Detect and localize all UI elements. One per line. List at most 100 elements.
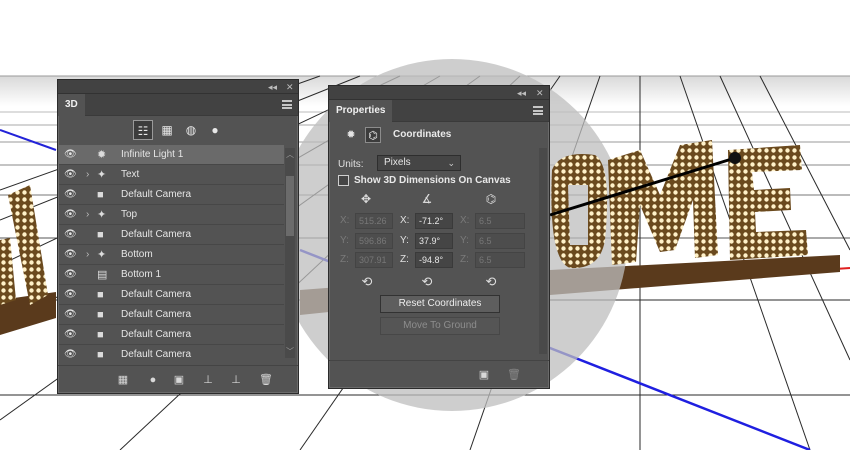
visibility-eye-icon[interactable]: 👁 [64, 185, 78, 205]
rot-y-label: Y: [400, 235, 409, 246]
camera-icon: ■ [97, 189, 104, 201]
layer-label: Text [121, 169, 140, 180]
scale-x-field[interactable]: 6.5 [475, 213, 525, 229]
layer-row[interactable]: 👁 ■ Default Camera [59, 185, 284, 205]
layer-label: Default Camera [121, 309, 192, 320]
layer-label: Infinite Light 1 [121, 149, 184, 160]
reset-rotation-icon[interactable]: ⟲ [419, 274, 435, 290]
visibility-eye-icon[interactable]: 👁 [64, 145, 78, 165]
mesh-icon[interactable]: ▦ [115, 372, 131, 388]
layer-row[interactable]: 👁 › ✦ Text [59, 165, 284, 185]
show-dimensions-checkbox[interactable] [338, 175, 349, 186]
visibility-eye-icon[interactable]: 👁 [64, 325, 78, 345]
panel-properties-titlebar: ◂◂ ✕ [329, 86, 549, 100]
collapse-panels-icon[interactable]: ◂◂ [268, 81, 277, 93]
object-icon: ▤ [97, 269, 108, 281]
layer-row[interactable]: 👁 ▤ Bottom 1 [59, 265, 284, 285]
panel-menu-icon[interactable] [533, 106, 543, 115]
expand-arrow-icon[interactable]: › [86, 245, 89, 265]
units-label: Units: [338, 159, 364, 170]
render-icon[interactable]: ▣ [171, 372, 187, 388]
properties-scrollbar[interactable] [539, 148, 547, 354]
light-icon: ✹ [97, 149, 107, 161]
position-y-field[interactable]: 596.86 [355, 233, 393, 249]
reset-scale-icon[interactable]: ⟲ [483, 274, 499, 290]
visibility-eye-icon[interactable]: 👁 [64, 345, 78, 360]
position-z-field[interactable]: 307.91 [355, 252, 393, 268]
close-panel-icon[interactable]: ✕ [536, 87, 544, 99]
3d-panel: ◂◂ ✕ 3D ☷ ▦ ◍ ● 👁 ✹ Infinite Light 1 👁 › ✦ Tex… [57, 79, 299, 394]
camera-icon: ■ [97, 349, 104, 360]
layer-row[interactable]: 👁 › ✦ Bottom [59, 245, 284, 265]
render-icon[interactable]: ▣ [476, 367, 492, 383]
layer-label: Default Camera [121, 189, 192, 200]
move-to-ground-button[interactable]: Move To Ground [380, 317, 500, 335]
layer-row[interactable]: 👁 › ✦ Top [59, 205, 284, 225]
layer-row[interactable]: 👁 ■ Default Camera [59, 305, 284, 325]
visibility-eye-icon[interactable]: 👁 [64, 285, 78, 305]
rotation-x-field[interactable]: -71.2° [415, 213, 453, 229]
expand-arrow-icon[interactable]: › [86, 165, 89, 185]
letter-m [608, 140, 718, 265]
layer-label: Top [121, 209, 138, 220]
move-icon: ✥ [360, 192, 372, 206]
light-handle[interactable] [729, 152, 741, 164]
visibility-eye-icon[interactable]: 👁 [64, 245, 78, 265]
coordinates-icon[interactable]: ⌬ [365, 127, 381, 143]
camera-icon: ■ [97, 329, 104, 341]
mesh-icon: ✦ [97, 249, 107, 261]
pos-z-label: Z: [340, 254, 349, 265]
visibility-eye-icon[interactable]: 👁 [64, 265, 78, 285]
layer-label: Default Camera [121, 289, 192, 300]
visibility-eye-icon[interactable]: 👁 [64, 305, 78, 325]
drop-icon[interactable]: ⊥ [228, 372, 244, 388]
layer-row[interactable]: 👁 ■ Default Camera [59, 345, 284, 360]
rotation-y-field[interactable]: 37.9° [415, 233, 453, 249]
rotation-z-field[interactable]: -94.8° [415, 252, 453, 268]
scale-y-label: Y: [460, 235, 469, 246]
units-dropdown[interactable]: Pixels ⌄ [377, 155, 461, 171]
visibility-eye-icon[interactable]: 👁 [64, 165, 78, 185]
close-panel-icon[interactable]: ✕ [286, 81, 294, 93]
pos-y-label: Y: [340, 235, 349, 246]
layer-list-scrollbar[interactable]: ︿ ﹀ [285, 148, 295, 358]
scroll-up-icon[interactable]: ︿ [285, 149, 295, 160]
layer-row[interactable]: 👁 ■ Default Camera [59, 325, 284, 345]
scale-z-label: Z: [460, 254, 469, 265]
mesh-filter-icon[interactable]: ▦ [157, 120, 177, 140]
scrollbar-thumb[interactable] [286, 176, 294, 236]
add-light-icon[interactable]: ● [145, 372, 161, 388]
layer-row[interactable]: 👁 ■ Default Camera [59, 285, 284, 305]
scale-icon: ⌬ [485, 192, 497, 206]
layer-row[interactable]: 👁 ■ Default Camera [59, 225, 284, 245]
3d-filter-toolbar: ☷ ▦ ◍ ● [58, 117, 298, 145]
trash-icon[interactable]: 🗑 [258, 372, 274, 388]
position-x-field[interactable]: 515.26 [355, 213, 393, 229]
section-title: Coordinates [393, 129, 452, 140]
collapse-panels-icon[interactable]: ◂◂ [517, 87, 526, 99]
scene-filter-icon[interactable]: ☷ [133, 120, 153, 140]
visibility-eye-icon[interactable]: 👁 [64, 225, 78, 245]
units-value: Pixels [384, 157, 411, 168]
panel-3d-footer: ▦ ● ▣ ⊥ ⊥ 🗑 [58, 365, 298, 393]
properties-header: ✹ ⌬ Coordinates [329, 123, 549, 147]
ground-icon[interactable]: ⊥ [200, 372, 216, 388]
tab-properties[interactable]: Properties [329, 100, 393, 122]
panel-menu-icon[interactable] [282, 100, 292, 109]
material-filter-icon[interactable]: ◍ [181, 120, 201, 140]
visibility-eye-icon[interactable]: 👁 [64, 205, 78, 225]
light-filter-icon[interactable]: ● [205, 120, 225, 140]
layer-row[interactable]: 👁 ✹ Infinite Light 1 [59, 145, 284, 165]
rot-z-label: Z: [400, 254, 409, 265]
trash-icon[interactable]: 🗑 [506, 367, 522, 383]
scale-z-field[interactable]: 6.5 [475, 252, 525, 268]
infinite-light-icon[interactable]: ✹ [343, 127, 359, 143]
rot-x-label: X: [400, 215, 410, 226]
scale-y-field[interactable]: 6.5 [475, 233, 525, 249]
expand-arrow-icon[interactable]: › [86, 205, 89, 225]
reset-coordinates-button[interactable]: Reset Coordinates [380, 295, 500, 313]
scroll-down-icon[interactable]: ﹀ [285, 346, 295, 357]
tab-3d[interactable]: 3D [58, 94, 85, 116]
layer-label: Bottom [121, 249, 153, 260]
reset-position-icon[interactable]: ⟲ [359, 274, 375, 290]
